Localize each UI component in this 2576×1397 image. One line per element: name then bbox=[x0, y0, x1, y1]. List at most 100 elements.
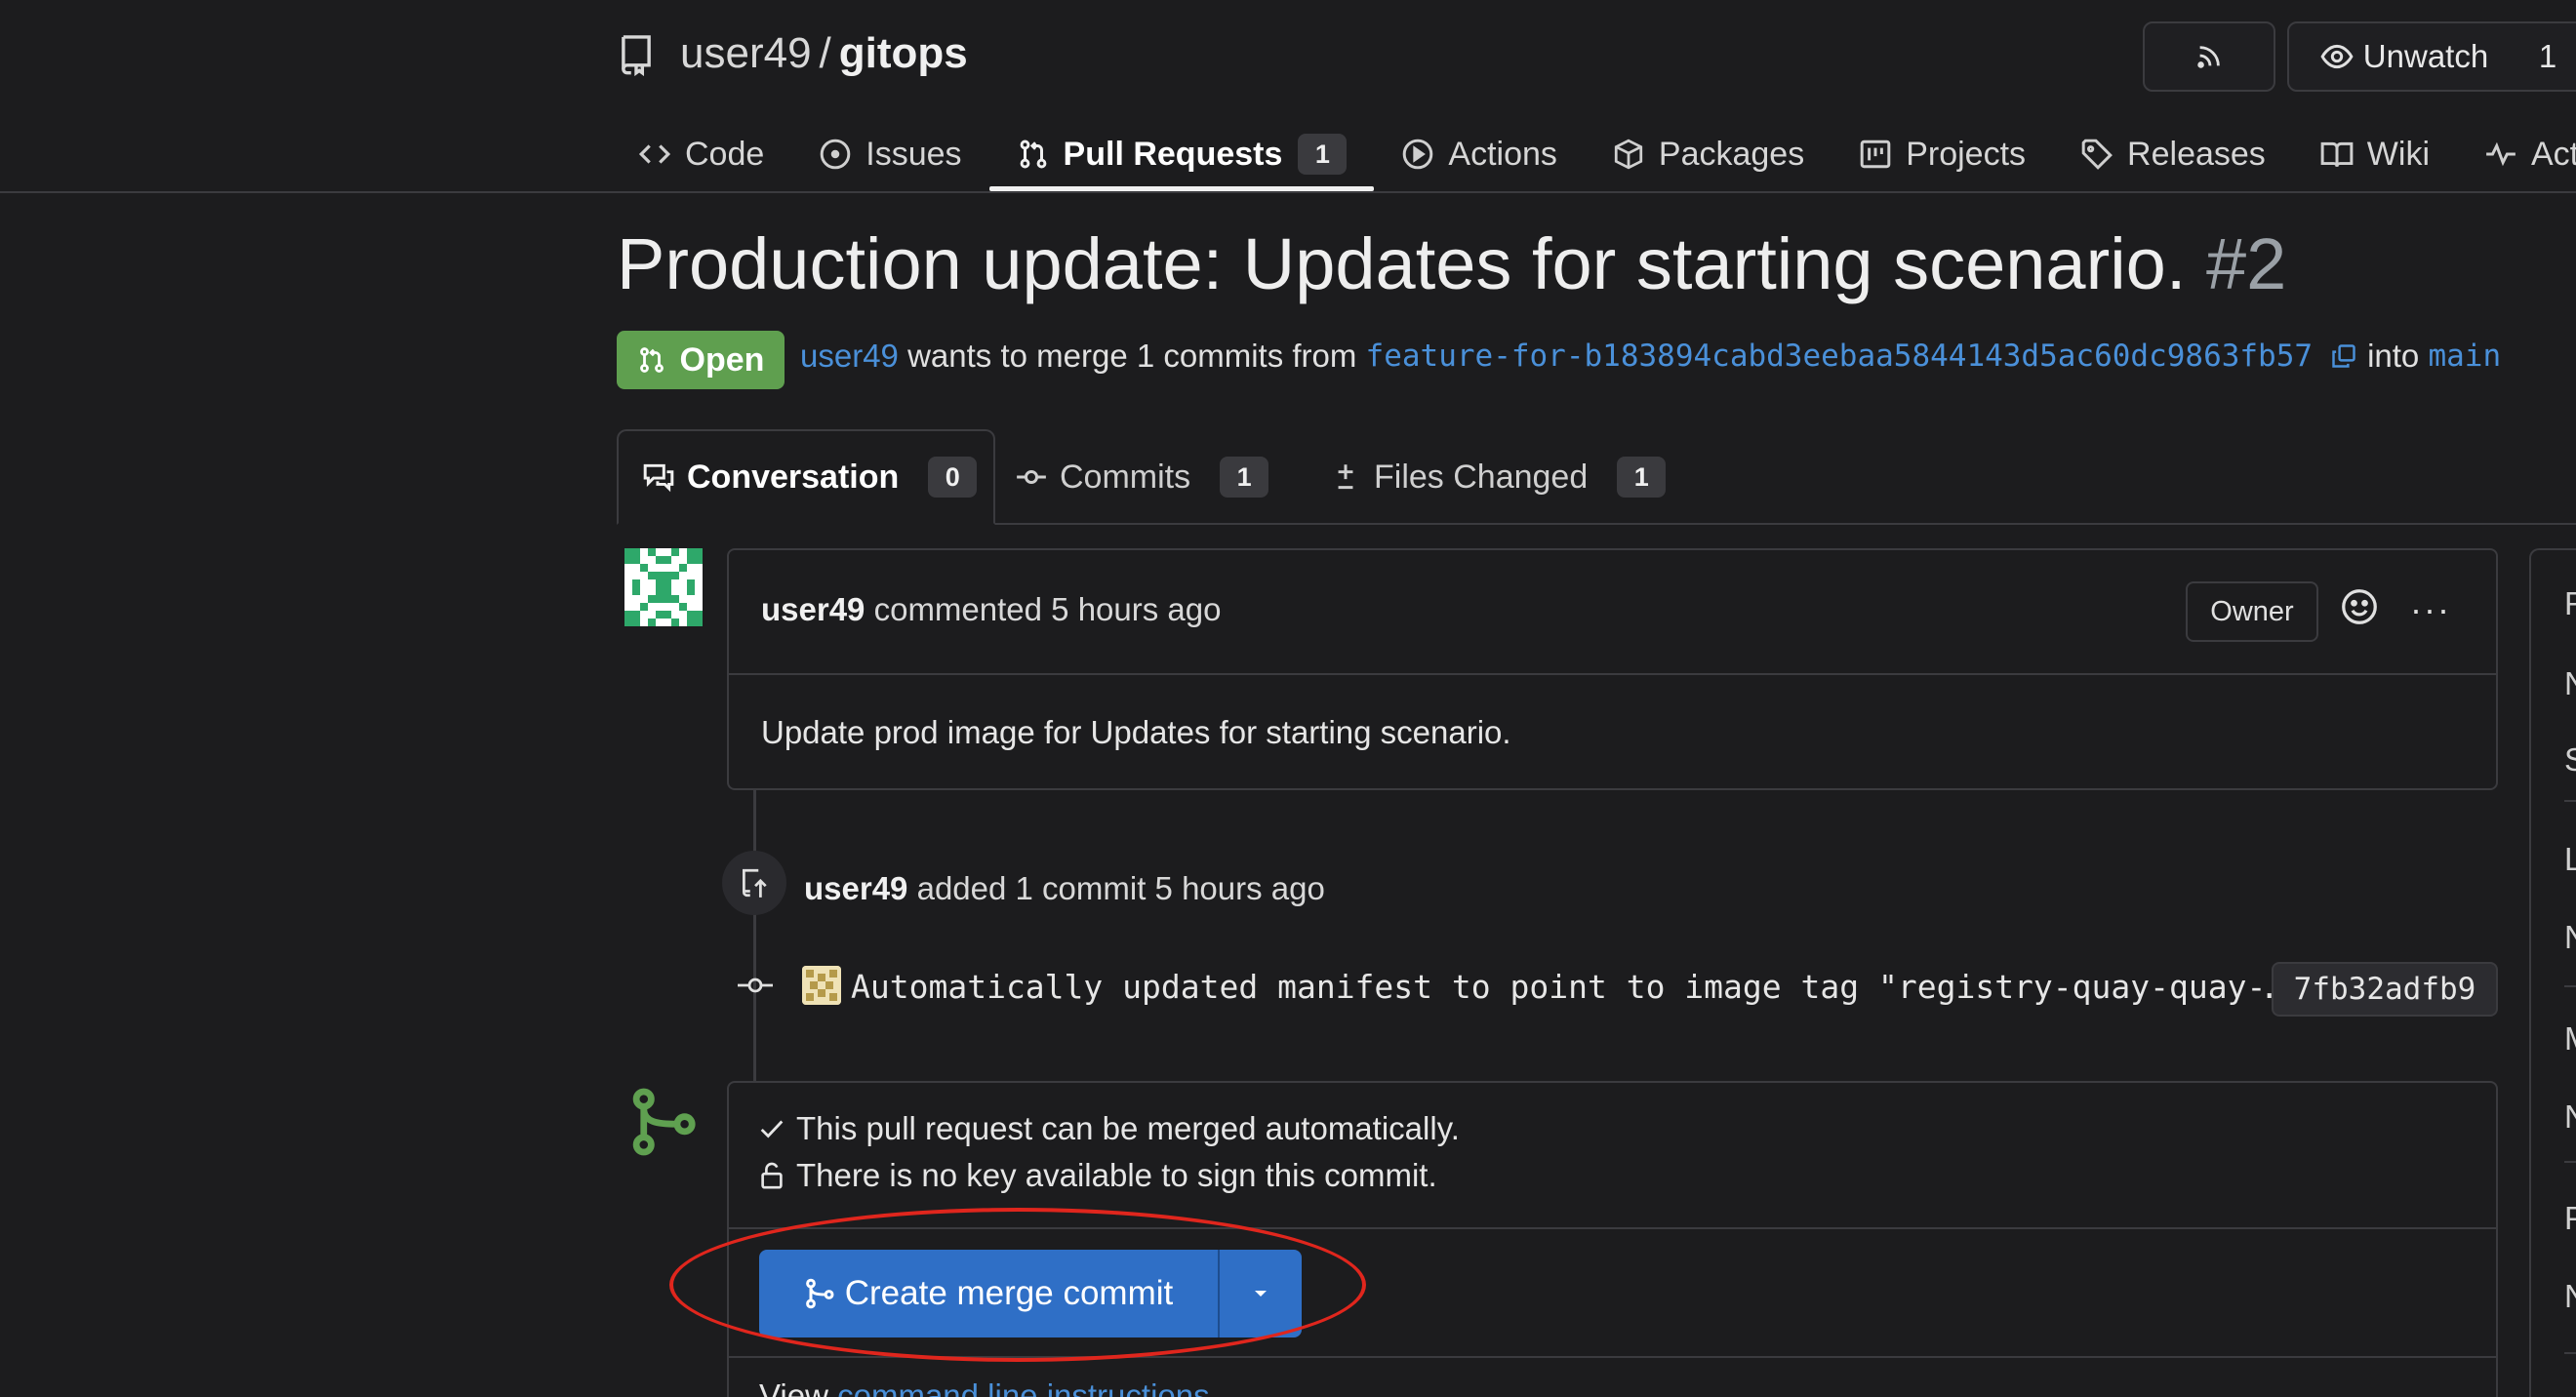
sidebar-letter: P bbox=[2564, 1200, 2576, 1236]
sidebar-letter: N bbox=[2564, 1278, 2576, 1314]
hint-suffix: . bbox=[1209, 1377, 1219, 1397]
issue-icon bbox=[820, 139, 851, 170]
rss-icon bbox=[2197, 46, 2220, 68]
base-branch-link[interactable]: main bbox=[2428, 339, 2501, 374]
book-icon bbox=[2320, 141, 2354, 168]
command-line-hint: View command line instructions. bbox=[759, 1377, 1219, 1397]
tab-count: 1 bbox=[1220, 457, 1269, 498]
timeline-badge bbox=[722, 851, 786, 915]
nav-tab-releases[interactable]: Releases bbox=[2053, 117, 2293, 191]
sidebar-letter: N bbox=[2564, 919, 2576, 955]
nav-tab-pull-requests[interactable]: Pull Requests 1 bbox=[988, 117, 1375, 191]
comment-author[interactable]: user49 bbox=[761, 591, 865, 627]
nav-tab-label: Releases bbox=[2127, 135, 2266, 173]
comment-action: commented 5 hours ago bbox=[873, 591, 1222, 627]
commit-sha-button[interactable]: 7fb32adfb9 bbox=[2272, 962, 2498, 1017]
timeline-line bbox=[753, 790, 756, 1083]
play-icon bbox=[1403, 139, 1433, 170]
unwatch-label: Unwatch bbox=[2362, 38, 2489, 74]
sidebar-divider bbox=[2564, 985, 2576, 987]
pulse-icon bbox=[2486, 141, 2516, 167]
nav-tab-wiki[interactable]: Wiki bbox=[2293, 117, 2457, 191]
repo-push-icon bbox=[742, 868, 767, 898]
signing-status-text: There is no key available to sign this c… bbox=[796, 1157, 1437, 1193]
nav-tab-activity[interactable]: Activity bbox=[2457, 117, 2576, 191]
comment-more-button[interactable]: ··· bbox=[2410, 589, 2451, 630]
tab-commits[interactable]: Commits 1 bbox=[1015, 429, 1269, 525]
tab-count: 1 bbox=[1617, 457, 1667, 498]
tab-label: Files Changed bbox=[1374, 458, 1589, 496]
repo-owner-link[interactable]: user49 bbox=[680, 29, 812, 78]
owner-badge-label: Owner bbox=[2210, 595, 2294, 627]
avatar[interactable] bbox=[624, 548, 703, 626]
nav-tab-code[interactable]: Code bbox=[624, 117, 791, 191]
page: user49 / gitops Unwatch 1 Code Issues Pu… bbox=[0, 0, 2576, 1397]
nav-tab-issues[interactable]: Issues bbox=[791, 117, 988, 191]
merge-status: This pull request can be merged automati… bbox=[757, 1110, 1460, 1147]
merge-status-text: This pull request can be merged automati… bbox=[796, 1110, 1460, 1146]
check-icon bbox=[760, 1120, 784, 1138]
tab-count: 0 bbox=[928, 457, 978, 498]
comment-body: Update prod image for Updates for starti… bbox=[761, 714, 1511, 750]
sidebar-letter: S bbox=[2564, 741, 2576, 778]
nav-tab-actions[interactable]: Actions bbox=[1374, 117, 1585, 191]
smiley-icon[interactable] bbox=[2340, 587, 2379, 626]
command-line-instructions-link[interactable]: command line instructions bbox=[837, 1377, 1210, 1397]
unwatch-button[interactable]: Unwatch bbox=[2287, 21, 2521, 92]
sidebar-letter: N bbox=[2564, 1098, 2576, 1135]
pr-into-text: into bbox=[2367, 338, 2420, 374]
repo-separator: / bbox=[819, 29, 831, 77]
nav-tab-label: Pull Requests bbox=[1063, 135, 1283, 173]
diff-icon bbox=[1338, 464, 1353, 490]
pr-title: Production update: Updates for starting … bbox=[617, 222, 2286, 305]
repo-nav: Code Issues Pull Requests 1 Actions Pack… bbox=[624, 117, 2576, 191]
tab-files-changed[interactable]: Files Changed 1 bbox=[1329, 429, 1667, 525]
timeline-event: user49 added 1 commit 5 hours ago bbox=[804, 870, 1325, 907]
sidebar-divider bbox=[2564, 1352, 2576, 1354]
project-icon bbox=[1860, 140, 1891, 169]
commit-icon bbox=[738, 978, 773, 993]
tab-label: Conversation bbox=[687, 458, 900, 496]
repo-name-link[interactable]: gitops bbox=[839, 29, 968, 78]
eye-icon bbox=[2320, 44, 2354, 69]
watch-count[interactable]: 1 bbox=[2519, 21, 2576, 92]
nav-tab-projects[interactable]: Projects bbox=[1831, 117, 2053, 191]
pr-merge-text: wants to merge 1 commits from bbox=[907, 338, 1357, 374]
owner-badge: Owner bbox=[2186, 581, 2318, 642]
comment-header-text: user49 commented 5 hours ago bbox=[761, 591, 1221, 628]
hint-prefix: View bbox=[759, 1377, 828, 1397]
commit-icon bbox=[1017, 469, 1046, 485]
tab-conversation[interactable]: Conversation 0 bbox=[617, 429, 995, 525]
nav-tab-label: Projects bbox=[1906, 135, 2027, 173]
pr-state-badge: Open bbox=[617, 331, 785, 389]
nav-tab-label: Wiki bbox=[2366, 135, 2430, 173]
event-text: added 1 commit 5 hours ago bbox=[916, 870, 1325, 906]
package-icon bbox=[1614, 139, 1643, 170]
rss-button[interactable] bbox=[2143, 21, 2275, 92]
code-icon bbox=[638, 144, 671, 164]
copy-icon[interactable] bbox=[2330, 342, 2357, 370]
commit-author-avatar[interactable] bbox=[802, 966, 841, 1005]
sidebar-letter: L bbox=[2564, 841, 2576, 877]
header-divider bbox=[0, 191, 2576, 193]
event-author[interactable]: user49 bbox=[804, 870, 907, 906]
pr-title-text: Production update: Updates for starting … bbox=[617, 223, 2187, 304]
sidebar-divider bbox=[2564, 800, 2576, 802]
annotation-highlight-ellipse bbox=[669, 1208, 1366, 1362]
nav-tab-label: Packages bbox=[1658, 135, 1805, 173]
nav-tab-label: Code bbox=[685, 135, 765, 173]
repo-icon bbox=[622, 35, 651, 76]
nav-tab-packages[interactable]: Packages bbox=[1585, 117, 1831, 191]
sidebar-divider bbox=[2564, 1161, 2576, 1163]
nav-tab-label: Issues bbox=[865, 135, 962, 173]
commit-message-link[interactable]: Automatically updated manifest to point … bbox=[851, 968, 2285, 1006]
watch-count-value: 1 bbox=[2538, 38, 2557, 74]
nav-tab-label: Activity bbox=[2531, 135, 2576, 173]
signing-status: There is no key available to sign this c… bbox=[757, 1157, 1437, 1194]
tag-icon bbox=[2081, 139, 2113, 170]
sidebar-letter: R bbox=[2564, 585, 2576, 621]
tab-label: Commits bbox=[1060, 458, 1191, 496]
head-branch-link[interactable]: feature-for-b183894cabd3eebaa5844143d5ac… bbox=[1366, 339, 2314, 374]
pr-author-link[interactable]: user49 bbox=[800, 338, 899, 375]
sidebar-letter: M bbox=[2564, 1020, 2576, 1058]
